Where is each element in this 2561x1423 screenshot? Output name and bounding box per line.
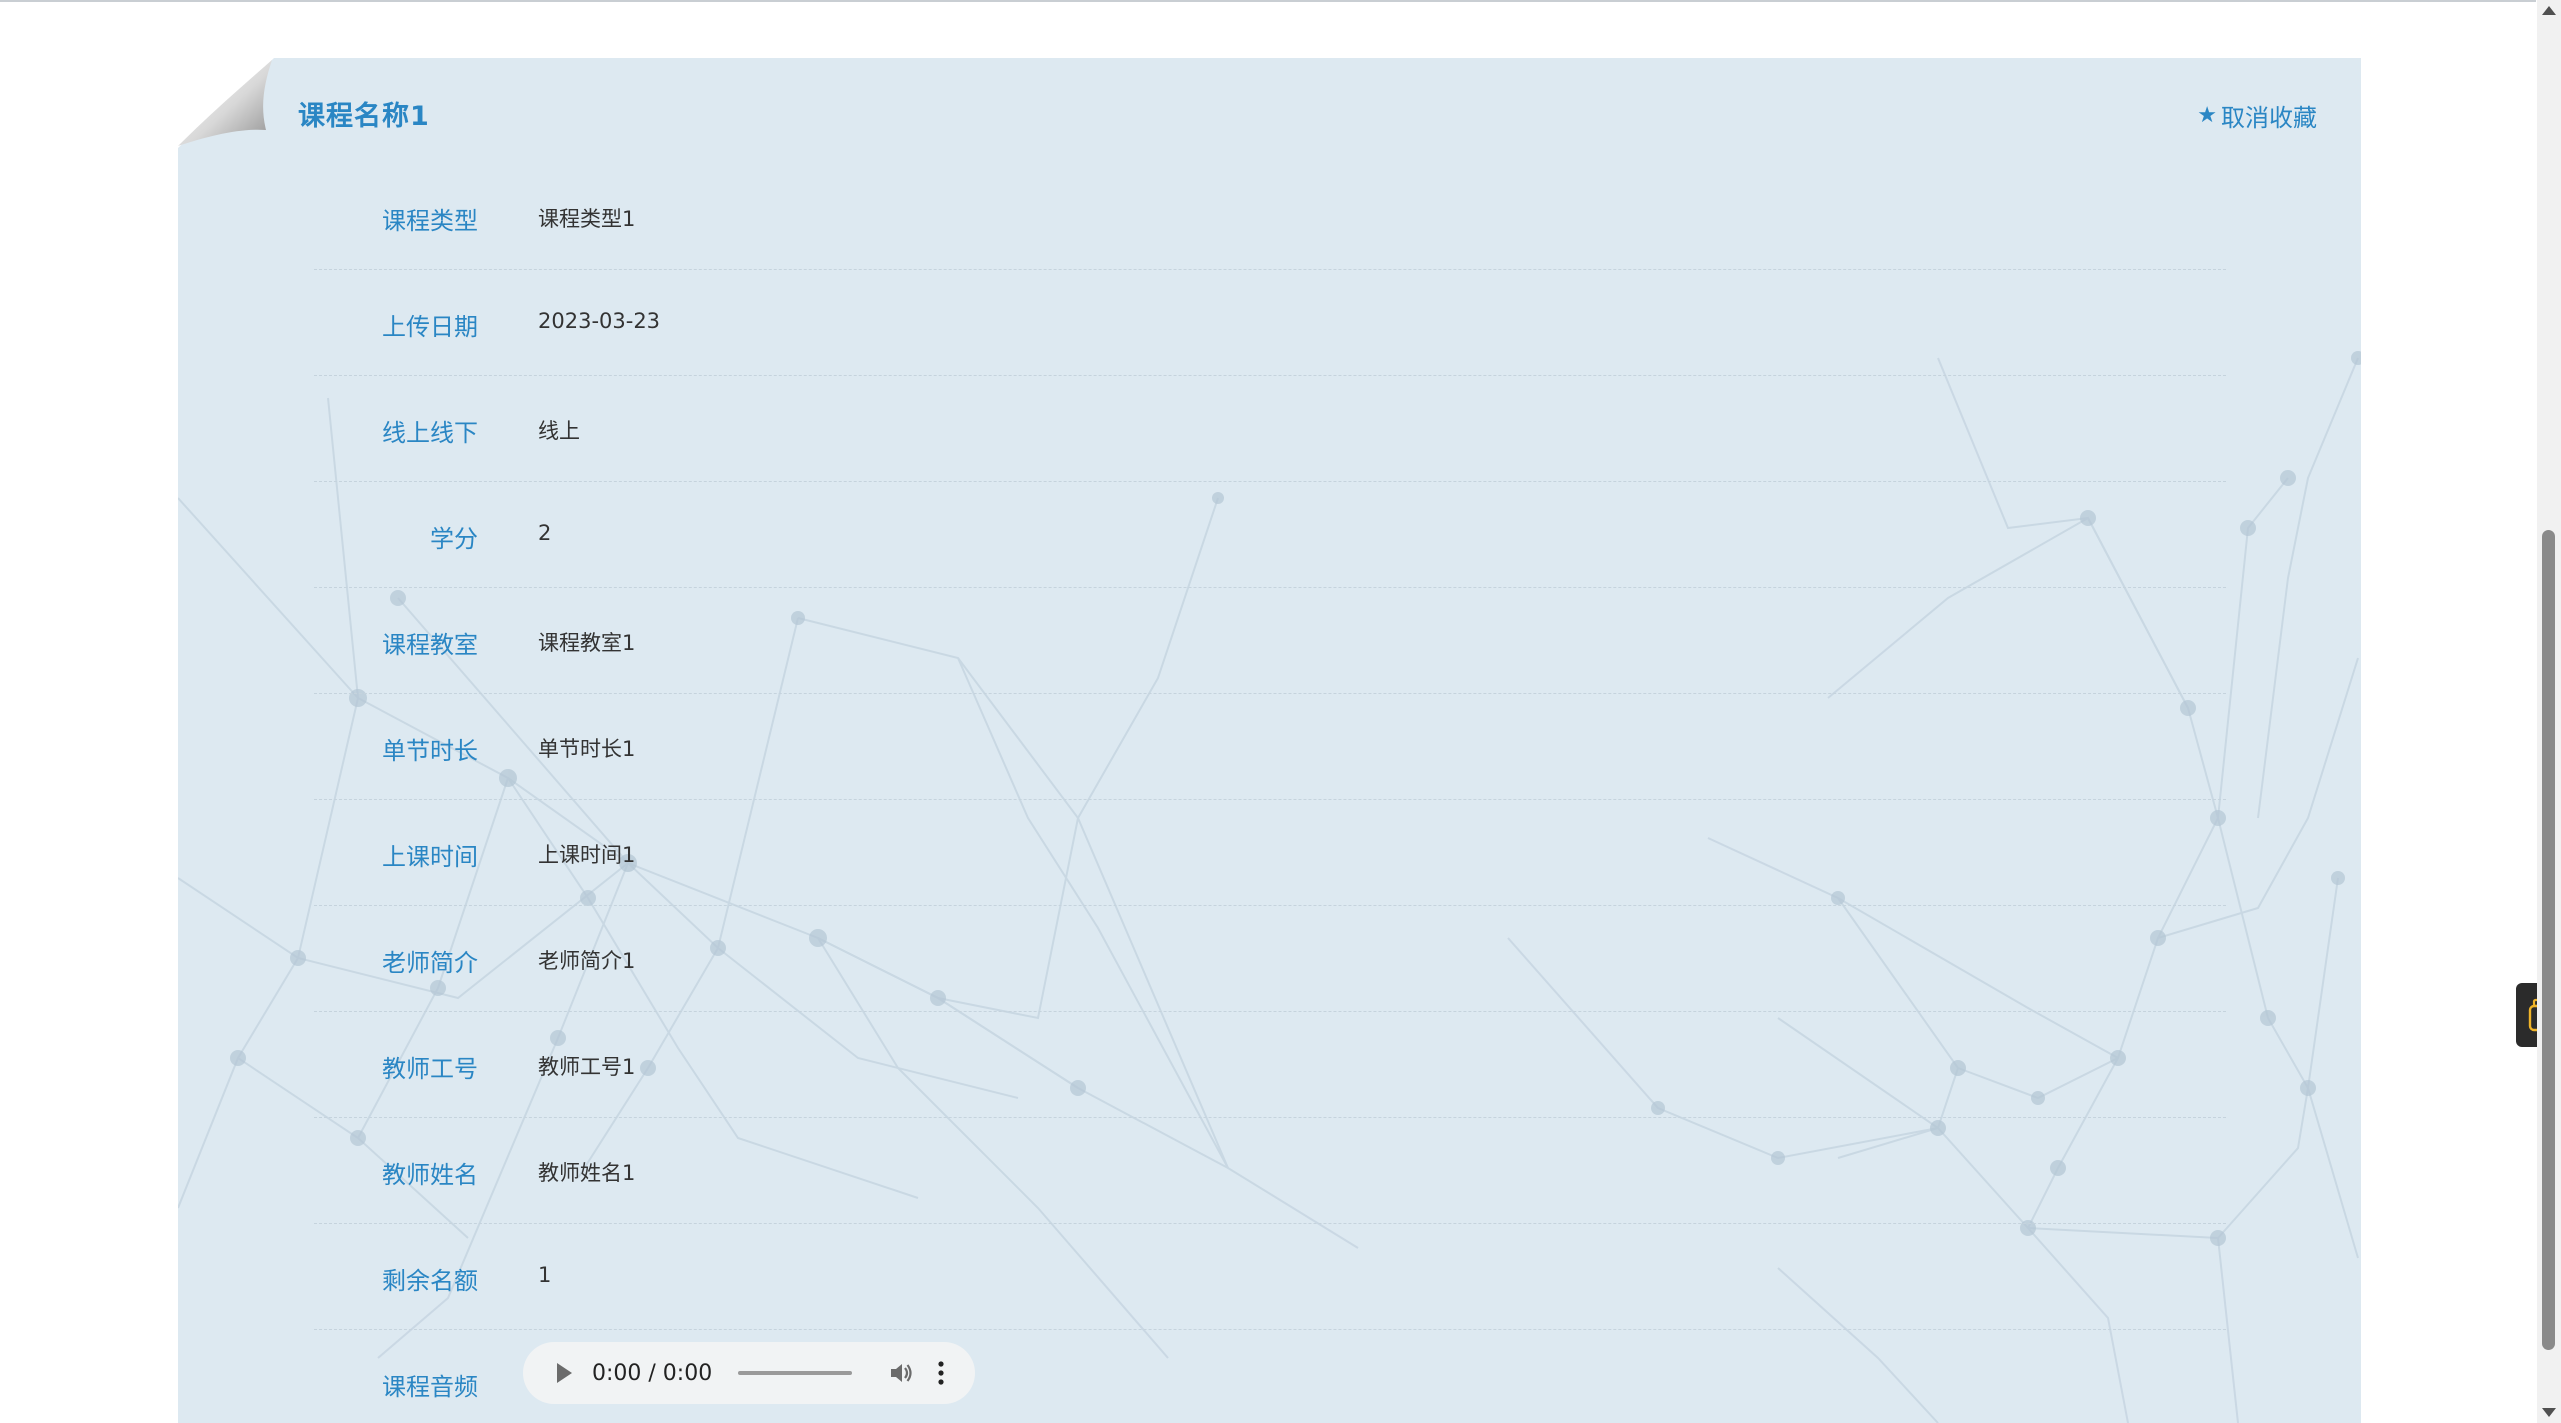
- info-row-teacher-name: 教师姓名 教师姓名1: [314, 1118, 2226, 1224]
- field-value: 老师简介1: [538, 949, 636, 973]
- field-value: 线上: [538, 419, 580, 443]
- scroll-up-arrow-icon[interactable]: [2542, 6, 2556, 15]
- field-value: 2: [538, 521, 552, 545]
- info-row-lesson-duration: 单节时长 单节时长1: [314, 694, 2226, 800]
- field-label: 单节时长: [382, 737, 478, 765]
- field-value: 教师姓名1: [538, 1161, 636, 1185]
- audio-player: 0:00 / 0:00: [523, 1342, 975, 1404]
- unfavorite-label: 取消收藏: [2221, 104, 2317, 132]
- field-value: 课程教室1: [538, 631, 636, 655]
- field-label: 线上线下: [382, 419, 478, 447]
- vertical-scrollbar[interactable]: [2537, 0, 2561, 1423]
- field-label: 上课时间: [382, 843, 478, 871]
- field-label: 上传日期: [382, 313, 478, 341]
- field-label: 老师简介: [382, 949, 478, 977]
- field-value: 上课时间1: [538, 843, 636, 867]
- info-row-credits: 学分 2: [314, 482, 2226, 588]
- play-icon[interactable]: [557, 1363, 572, 1383]
- star-icon: ★: [2197, 103, 2217, 128]
- field-label: 教师姓名: [382, 1161, 478, 1189]
- scrollbar-thumb[interactable]: [2542, 530, 2555, 1350]
- page-curl-corner: [178, 58, 274, 148]
- field-label: 教师工号: [382, 1055, 478, 1083]
- field-label: 学分: [430, 525, 478, 553]
- audio-time: 0:00 / 0:00: [592, 1360, 713, 1386]
- info-row-online-offline: 线上线下 线上: [314, 376, 2226, 482]
- field-label: 课程音频: [382, 1373, 478, 1401]
- info-row-teacher-intro: 老师简介 老师简介1: [314, 906, 2226, 1012]
- field-label: 课程类型: [382, 207, 478, 235]
- audio-progress-slider[interactable]: [738, 1371, 853, 1375]
- field-value: 1: [538, 1263, 552, 1287]
- info-row-classroom: 课程教室 课程教室1: [314, 588, 2226, 694]
- field-value: 单节时长1: [538, 737, 636, 761]
- info-row-course-type: 课程类型 课程类型1: [314, 164, 2226, 270]
- field-value: 课程类型1: [538, 207, 636, 231]
- course-title: 课程名称1: [298, 101, 430, 132]
- info-row-teacher-id: 教师工号 教师工号1: [314, 1012, 2226, 1118]
- field-label: 课程教室: [382, 631, 478, 659]
- course-info-list: 课程类型 课程类型1 上传日期 2023-03-23 线上线下 线上 学分 2 …: [314, 164, 2226, 1423]
- course-detail-card: 课程名称1 ★ 取消收藏 课程类型 课程类型1 上传日期 2023-03-23 …: [178, 58, 2361, 1423]
- unfavorite-button[interactable]: ★ 取消收藏: [2197, 98, 2317, 133]
- info-row-class-time: 上课时间 上课时间1: [314, 800, 2226, 906]
- scroll-down-arrow-icon[interactable]: [2542, 1408, 2556, 1417]
- field-value: 教师工号1: [538, 1055, 636, 1079]
- more-options-icon[interactable]: [938, 1360, 944, 1386]
- field-label: 剩余名额: [382, 1267, 478, 1295]
- volume-icon[interactable]: [888, 1360, 914, 1386]
- field-value: 2023-03-23: [538, 309, 661, 333]
- top-border: [0, 0, 2536, 2]
- info-row-upload-date: 上传日期 2023-03-23: [314, 270, 2226, 376]
- info-row-remaining-seats: 剩余名额 1: [314, 1224, 2226, 1330]
